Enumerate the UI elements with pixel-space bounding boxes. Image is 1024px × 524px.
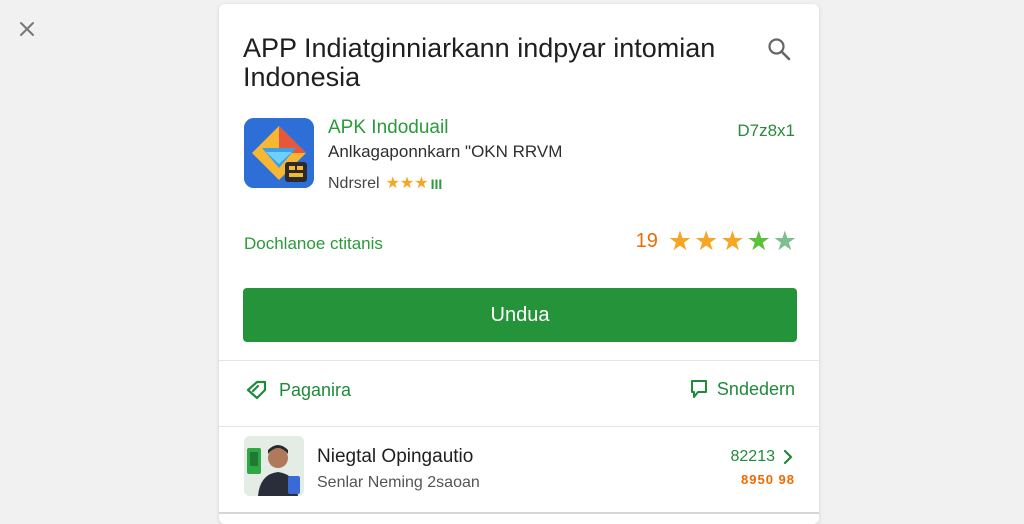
app-icon[interactable]: [244, 118, 314, 188]
app-developer: Anlkagaponnkarn "OKN RRVM: [328, 142, 563, 161]
app-name[interactable]: APK Indoduail: [328, 117, 448, 139]
install-button[interactable]: Undua: [243, 288, 797, 342]
related-app-info: 82213 8950 98: [731, 448, 796, 487]
review-label: Sndedern: [716, 378, 795, 399]
app-badge: III: [430, 176, 443, 192]
star-icon: ★: [385, 175, 400, 192]
related-app-thumbnail[interactable]: [244, 436, 304, 496]
related-app-title[interactable]: Niegtal Opingautio: [317, 446, 473, 468]
related-app-price: 8950 98: [741, 472, 795, 487]
share-label: Paganira: [279, 379, 352, 400]
app-version-code: D7z8x1: [737, 121, 795, 140]
search-icon: [768, 38, 791, 61]
star-icon: ★: [746, 226, 771, 256]
related-app-code-row[interactable]: 82213: [731, 448, 796, 466]
share-icon: [246, 380, 267, 400]
chevron-right-icon: [783, 449, 793, 465]
close-button[interactable]: [14, 16, 40, 42]
person-avatar-icon: [244, 436, 304, 496]
search-button[interactable]: [764, 34, 794, 64]
star-icon: ★: [667, 226, 693, 256]
close-icon: [20, 22, 34, 36]
related-app-subtitle: Senlar Neming 2saoan: [317, 474, 480, 491]
divider: [219, 426, 819, 427]
rating-number: 19: [635, 229, 658, 252]
star-icon: ★: [694, 226, 719, 256]
star-icon: ★: [414, 175, 429, 192]
app-mini-rating: ★ ★ ★ III: [385, 175, 443, 193]
review-link[interactable]: Sndedern: [689, 378, 795, 400]
page-title: APP Indiatginniarkann indpyar intomian I…: [243, 33, 716, 92]
divider: [219, 512, 819, 514]
chat-icon: [690, 380, 707, 398]
app-logo-icon: [244, 118, 314, 188]
related-app-code: 82213: [730, 448, 776, 465]
star-icon: ★: [399, 175, 415, 192]
share-link[interactable]: Paganira: [245, 378, 351, 402]
download-info-label: Dochlanoe ctitanis: [244, 234, 383, 253]
star-icon: ★: [772, 226, 797, 256]
app-meta-label: Ndrsrel: [328, 175, 380, 192]
star-icon: ★: [720, 226, 745, 256]
app-meta: Ndrsrel ★ ★ ★ III: [328, 175, 442, 193]
rating-summary: 19 ★ ★ ★ ★ ★: [636, 226, 797, 256]
app-detail-card: APP Indiatginniarkann indpyar intomian I…: [219, 4, 819, 524]
divider: [219, 360, 819, 361]
